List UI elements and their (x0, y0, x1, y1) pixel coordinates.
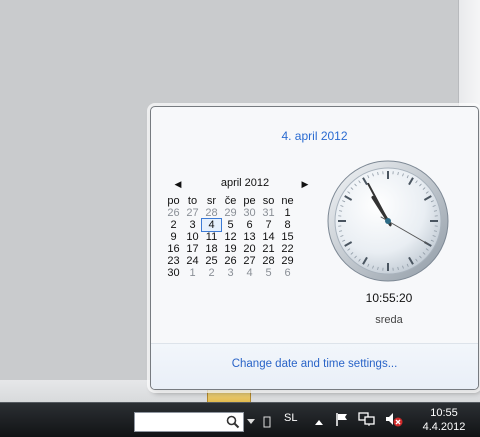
calendar-week-row: 16 17 18 19 20 21 22 (164, 243, 297, 255)
digital-time: 10:55:20 (349, 291, 429, 305)
calendar-day[interactable]: 31 (259, 207, 278, 219)
taskbar-date: 4.4.2012 (414, 420, 474, 434)
date-time-flyout: 4. april 2012 ◀ april 2012 ▶ po to sr če… (150, 106, 479, 390)
weekday-label: po (164, 195, 183, 207)
calendar-day[interactable]: 29 (221, 207, 240, 219)
calendar-day[interactable]: 2 (164, 219, 183, 231)
calendar-day[interactable]: 4 (240, 267, 259, 279)
calendar-day[interactable]: 19 (221, 243, 240, 255)
calendar-day[interactable]: 6 (278, 267, 297, 279)
calendar-day[interactable]: 3 (221, 267, 240, 279)
calendar-week-row: 23 24 25 26 27 28 29 (164, 255, 297, 267)
language-indicator[interactable]: SL (284, 412, 297, 424)
weekday-label: to (183, 195, 202, 207)
calendar-day[interactable]: 1 (278, 207, 297, 219)
change-date-time-settings-link[interactable]: Change date and time settings... (151, 358, 478, 370)
calendar-day[interactable]: 11 (202, 231, 221, 243)
calendar-grid: po to sr če pe so ne 26 27 28 29 30 31 1… (164, 195, 297, 279)
taskbar-clock[interactable]: 10:55 4.4.2012 (414, 404, 474, 436)
calendar-day[interactable]: 21 (259, 243, 278, 255)
calendar-week-row: 30 1 2 3 4 5 6 (164, 267, 297, 279)
calendar-day[interactable]: 16 (164, 243, 183, 255)
weekday-label: če (221, 195, 240, 207)
calendar-day[interactable]: 25 (202, 255, 221, 267)
weekday-label: ne (278, 195, 297, 207)
calendar-day[interactable]: 27 (183, 207, 202, 219)
calendar-day[interactable]: 28 (202, 207, 221, 219)
calendar-day[interactable]: 22 (278, 243, 297, 255)
long-date-link[interactable]: 4. april 2012 (151, 129, 478, 143)
calendar-day[interactable]: 5 (259, 267, 278, 279)
calendar-day[interactable]: 2 (202, 267, 221, 279)
calendar-day[interactable]: 18 (202, 243, 221, 255)
toolbar-dropdown-icon[interactable] (246, 416, 256, 426)
calendar-day[interactable]: 14 (259, 231, 278, 243)
network-icon[interactable] (358, 411, 376, 427)
calendar-day[interactable]: 3 (183, 219, 202, 231)
calendar-day[interactable]: 20 (240, 243, 259, 255)
calendar-day[interactable]: 10 (183, 231, 202, 243)
taskbar-search-input[interactable] (134, 412, 244, 432)
calendar-day[interactable]: 1 (183, 267, 202, 279)
weekday-label: so (259, 195, 278, 207)
calendar-day[interactable]: 26 (221, 255, 240, 267)
previous-month-icon[interactable]: ◀ (171, 177, 185, 191)
analog-clock (326, 159, 450, 283)
calendar-day[interactable]: 15 (278, 231, 297, 243)
weekday-header-row: po to sr če pe so ne (164, 195, 297, 207)
calendar-day[interactable]: 29 (278, 255, 297, 267)
next-month-icon[interactable]: ▶ (298, 177, 312, 191)
calendar-day[interactable]: 23 (164, 255, 183, 267)
clock-center-pin (385, 218, 391, 224)
weekday-name: sreda (349, 314, 429, 326)
calendar-day[interactable]: 26 (164, 207, 183, 219)
weekday-label: sr (202, 195, 221, 207)
calendar-week-row: 2 3 4 5 6 7 8 (164, 219, 297, 231)
calendar-day[interactable]: 9 (164, 231, 183, 243)
calendar-day[interactable]: 30 (240, 207, 259, 219)
calendar-day[interactable]: 24 (183, 255, 202, 267)
month-navigation: ◀ april 2012 ▶ (167, 177, 317, 193)
weekday-label: pe (240, 195, 259, 207)
calendar-day[interactable]: 7 (259, 219, 278, 231)
speaker-muted-icon[interactable] (384, 411, 404, 427)
calendar-day[interactable]: 27 (240, 255, 259, 267)
calendar-week-row: 26 27 28 29 30 31 1 (164, 207, 297, 219)
pin-icon[interactable] (262, 416, 272, 428)
calendar-day-today[interactable]: 4 (202, 219, 221, 231)
calendar-day[interactable]: 28 (259, 255, 278, 267)
calendar-day[interactable]: 12 (221, 231, 240, 243)
calendar-day[interactable]: 17 (183, 243, 202, 255)
flyout-divider (151, 343, 478, 344)
show-hidden-icons-icon[interactable] (314, 418, 324, 426)
calendar-day[interactable]: 13 (240, 231, 259, 243)
taskbar-time: 10:55 (414, 406, 474, 420)
month-year-label[interactable]: april 2012 (203, 177, 287, 189)
calendar-week-row: 9 10 11 12 13 14 15 (164, 231, 297, 243)
search-icon[interactable] (225, 414, 241, 430)
calendar-day[interactable]: 5 (221, 219, 240, 231)
calendar-day[interactable]: 6 (240, 219, 259, 231)
calendar-day[interactable]: 8 (278, 219, 297, 231)
calendar-day[interactable]: 30 (164, 267, 183, 279)
action-center-flag-icon[interactable] (334, 411, 350, 427)
